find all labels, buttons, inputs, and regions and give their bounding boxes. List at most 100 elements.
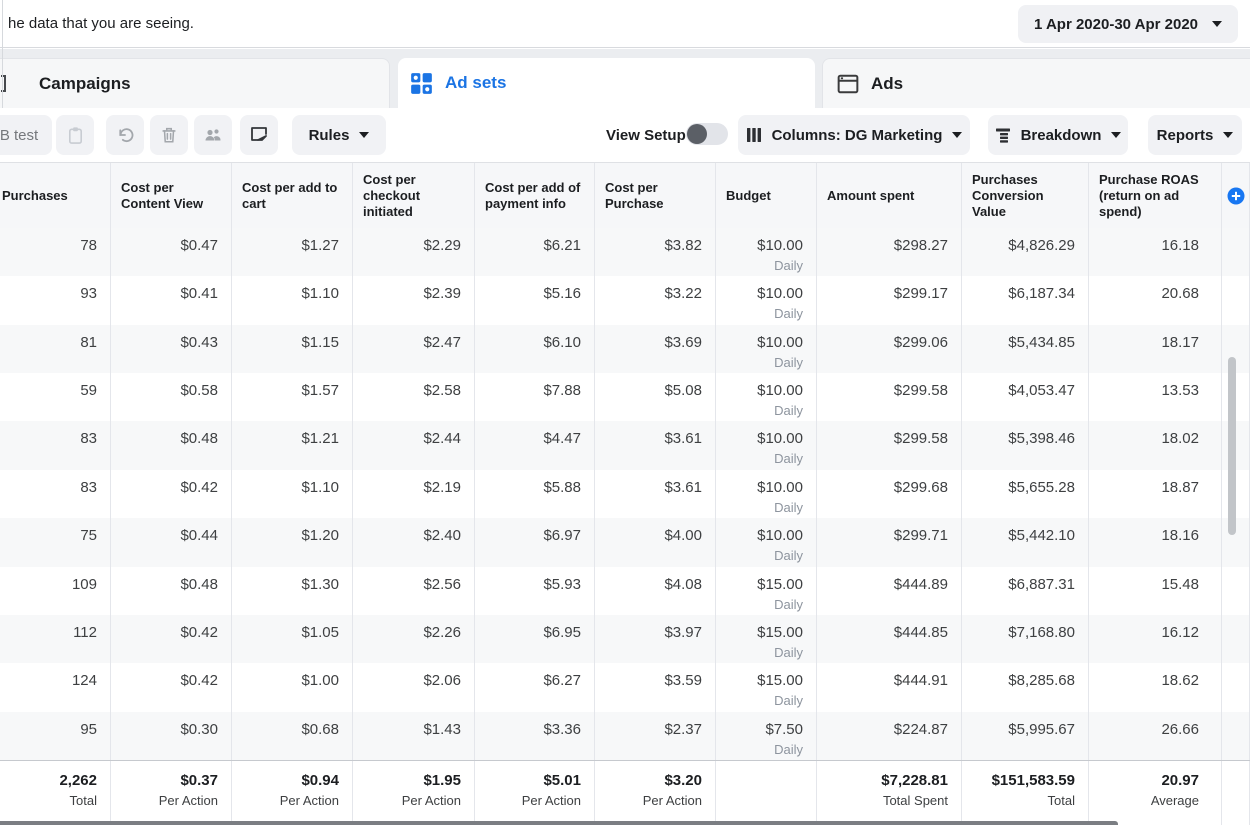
table-row[interactable]: 112$0.42$1.05$2.26$6.95$3.97$15.00Daily$…	[0, 615, 1250, 663]
total-value: $0.37	[111, 771, 218, 790]
cell-cost_per_purchase: $3.61	[595, 470, 716, 518]
columns-label: Columns: DG Marketing	[772, 127, 943, 144]
cell-cost_per_checkout_initiated: $2.44	[353, 421, 475, 469]
panel-edge-divider	[2, 0, 3, 108]
table-row[interactable]: 93$0.41$1.10$2.39$5.16$3.22$10.00Daily$2…	[0, 276, 1250, 324]
tab-campaigns[interactable]: Campaigns	[0, 58, 390, 108]
tab-ads-label: Ads	[871, 74, 903, 94]
cell-value: $2.56	[353, 575, 461, 595]
cell-value: $5.88	[475, 478, 581, 498]
ab-test-button[interactable]: B test	[0, 115, 52, 155]
total-value: $0.94	[232, 771, 339, 790]
cell-purchases: 83	[0, 421, 111, 469]
info-message: he data that you are seeing.	[8, 15, 194, 32]
column-header-cost_per_checkout_initiated[interactable]: Cost per checkout initiated	[353, 163, 475, 228]
metrics-table: PurchasesCost per Content ViewCost per a…	[0, 162, 1250, 825]
cell-cost_per_add_to_cart: $1.10	[232, 470, 353, 518]
column-header-cost_per_add_to_cart[interactable]: Cost per add to cart	[232, 163, 353, 228]
cell-purchase_roas: 26.66	[1089, 712, 1222, 760]
cell-value: $1.43	[353, 720, 461, 740]
column-header-purchases[interactable]: Purchases	[0, 163, 111, 228]
audience-button[interactable]	[194, 115, 232, 155]
cell-budget: $10.00Daily	[716, 276, 817, 324]
cell-value: $299.17	[817, 284, 948, 304]
cell-purchases_conversion_value: $5,434.85	[962, 325, 1089, 373]
total-label: Total	[962, 790, 1075, 809]
column-header-cost_per_purchase[interactable]: Cost per Purchase	[595, 163, 716, 228]
cell-cost_per_purchase: $4.08	[595, 567, 716, 615]
cell-value: $0.68	[232, 720, 339, 740]
cell-purchase_roas: 15.48	[1089, 567, 1222, 615]
cell-cost_per_add_of_payment_info: $6.97	[475, 518, 595, 566]
cell-purchases_conversion_value: $6,187.34	[962, 276, 1089, 324]
total-cell-spacer	[1222, 761, 1250, 825]
cell-value: $0.42	[111, 623, 218, 643]
column-header-amount_spent[interactable]: Amount spent	[817, 163, 962, 228]
table-row[interactable]: 75$0.44$1.20$2.40$6.97$4.00$10.00Daily$2…	[0, 518, 1250, 566]
edit-button[interactable]	[240, 115, 278, 155]
column-header-cost_per_content_view[interactable]: Cost per Content View	[111, 163, 232, 228]
cell-value: 13.53	[1089, 381, 1199, 401]
delete-button[interactable]	[150, 115, 188, 155]
add-column-button[interactable]	[1222, 163, 1250, 228]
cell-value: $2.29	[353, 236, 461, 256]
cell-value: 18.16	[1089, 526, 1199, 546]
cell-cost_per_add_to_cart: $1.10	[232, 276, 353, 324]
cell-value: $2.47	[353, 333, 461, 353]
column-header-purchases_conversion_value[interactable]: Purchases Conversion Value	[962, 163, 1089, 228]
cell-spacer	[1222, 518, 1250, 566]
cell-cost_per_content_view: $0.42	[111, 663, 232, 711]
tab-ads[interactable]: Ads	[822, 58, 1250, 108]
cell-value: $15.00	[716, 575, 803, 595]
cell-purchases: 124	[0, 663, 111, 711]
column-header-label: Cost per checkout initiated	[363, 172, 466, 220]
cell-purchase_roas: 18.02	[1089, 421, 1222, 469]
table-row[interactable]: 95$0.30$0.68$1.43$3.36$2.37$7.50Daily$22…	[0, 712, 1250, 760]
budget-period-label: Daily	[716, 546, 803, 564]
rules-button[interactable]: Rules	[292, 115, 386, 155]
cell-purchases: 78	[0, 228, 111, 276]
undo-button[interactable]	[106, 115, 144, 155]
total-cell-cost_per_purchase: $3.20Per Action	[595, 761, 716, 825]
horizontal-scrollbar-thumb[interactable]	[0, 821, 1118, 825]
cell-value: $5,655.28	[962, 478, 1075, 498]
budget-period-label: Daily	[716, 691, 803, 709]
date-range-button[interactable]: 1 Apr 2020-30 Apr 2020	[1018, 5, 1238, 43]
total-value: $151,583.59	[962, 771, 1075, 790]
reports-button[interactable]: Reports	[1148, 115, 1242, 155]
cell-value: 83	[0, 478, 97, 498]
table-row[interactable]: 83$0.42$1.10$2.19$5.88$3.61$10.00Daily$2…	[0, 470, 1250, 518]
column-header-purchase_roas[interactable]: Purchase ROAS (return on ad spend)	[1089, 163, 1222, 228]
cell-value: $4,053.47	[962, 381, 1075, 401]
breakdown-button[interactable]: Breakdown	[988, 115, 1128, 155]
table-row[interactable]: 83$0.48$1.21$2.44$4.47$3.61$10.00Daily$2…	[0, 421, 1250, 469]
cell-value: $4,826.29	[962, 236, 1075, 256]
table-row[interactable]: 78$0.47$1.27$2.29$6.21$3.82$10.00Daily$2…	[0, 228, 1250, 276]
cell-purchases: 81	[0, 325, 111, 373]
cell-value: $3.97	[595, 623, 702, 643]
date-range-label: 1 Apr 2020-30 Apr 2020	[1034, 16, 1198, 33]
cell-value: $3.61	[595, 478, 702, 498]
table-row[interactable]: 59$0.58$1.57$2.58$7.88$5.08$10.00Daily$2…	[0, 373, 1250, 421]
duplicate-button[interactable]	[56, 115, 94, 155]
vertical-scrollbar-thumb[interactable]	[1228, 357, 1236, 535]
view-setup-toggle[interactable]	[686, 123, 728, 145]
columns-button[interactable]: Columns: DG Marketing	[738, 115, 970, 155]
table-row[interactable]: 109$0.48$1.30$2.56$5.93$4.08$15.00Daily$…	[0, 567, 1250, 615]
cell-value: $6.97	[475, 526, 581, 546]
tab-ad-sets[interactable]: Ad sets	[398, 58, 815, 108]
cell-cost_per_content_view: $0.58	[111, 373, 232, 421]
trash-icon	[160, 126, 178, 144]
budget-period-label: Daily	[716, 353, 803, 371]
column-header-budget[interactable]: Budget	[716, 163, 817, 228]
cell-value: $1.10	[232, 478, 339, 498]
cell-value: $6,887.31	[962, 575, 1075, 595]
cell-value: $7,168.80	[962, 623, 1075, 643]
undo-icon	[116, 126, 135, 145]
table-row[interactable]: 81$0.43$1.15$2.47$6.10$3.69$10.00Daily$2…	[0, 325, 1250, 373]
column-header-cost_per_add_of_payment_info[interactable]: Cost per add of payment info	[475, 163, 595, 228]
cell-value: $0.48	[111, 429, 218, 449]
table-row[interactable]: 124$0.42$1.00$2.06$6.27$3.59$15.00Daily$…	[0, 663, 1250, 711]
total-label: Total	[0, 790, 97, 809]
cell-purchase_roas: 16.18	[1089, 228, 1222, 276]
